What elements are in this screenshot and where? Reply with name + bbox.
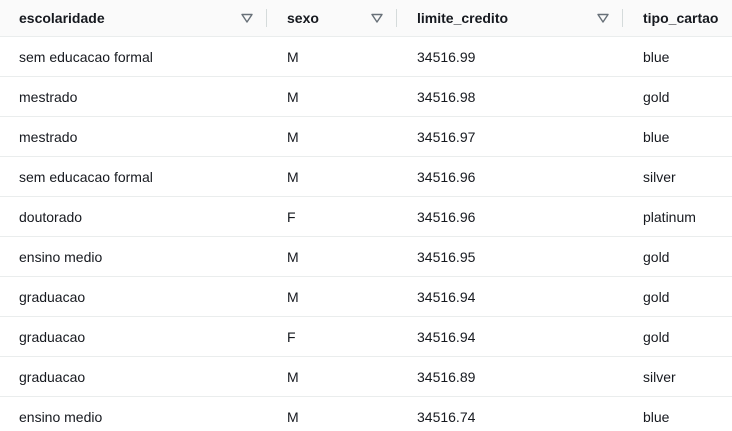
- column-header-limite-credito[interactable]: limite_credito: [417, 0, 508, 36]
- table-row: ensino medio M 34516.74 blue: [0, 397, 732, 431]
- column-header-label: escolaridade: [19, 10, 105, 26]
- column-header-tipo-cartao[interactable]: tipo_cartao: [643, 0, 718, 36]
- cell-tipo-cartao: gold: [643, 89, 670, 105]
- cell-escolaridade: graduacao: [19, 289, 86, 305]
- cell-sexo: M: [287, 249, 299, 265]
- table-header: escolaridade sexo limite_credito tipo_ca…: [0, 0, 732, 37]
- cell-tipo-cartao: gold: [643, 249, 670, 265]
- table-row: sem educacao formal M 34516.99 blue: [0, 37, 732, 77]
- sort-caret-icon[interactable]: [240, 11, 254, 25]
- table-row: graduacao F 34516.94 gold: [0, 317, 732, 357]
- cell-tipo-cartao: platinum: [643, 209, 696, 225]
- cell-escolaridade: graduacao: [19, 369, 86, 385]
- cell-sexo: M: [287, 89, 299, 105]
- cell-sexo: M: [287, 169, 299, 185]
- cell-tipo-cartao: blue: [643, 409, 670, 425]
- cell-limite-credito: 34516.94: [417, 329, 476, 345]
- cell-limite-credito: 34516.96: [417, 209, 476, 225]
- cell-limite-credito: 34516.89: [417, 369, 476, 385]
- column-header-escolaridade[interactable]: escolaridade: [19, 0, 105, 36]
- column-resize-handle[interactable]: [266, 9, 267, 27]
- cell-tipo-cartao: silver: [643, 169, 676, 185]
- cell-tipo-cartao: blue: [643, 129, 670, 145]
- cell-escolaridade: graduacao: [19, 329, 86, 345]
- table-row: mestrado M 34516.98 gold: [0, 77, 732, 117]
- cell-tipo-cartao: blue: [643, 49, 670, 65]
- cell-sexo: F: [287, 209, 296, 225]
- table-row: ensino medio M 34516.95 gold: [0, 237, 732, 277]
- results-table: escolaridade sexo limite_credito tipo_ca…: [0, 0, 732, 431]
- cell-limite-credito: 34516.74: [417, 409, 476, 425]
- cell-tipo-cartao: gold: [643, 289, 670, 305]
- column-resize-handle[interactable]: [622, 9, 623, 27]
- cell-limite-credito: 34516.98: [417, 89, 476, 105]
- cell-limite-credito: 34516.95: [417, 249, 476, 265]
- cell-sexo: F: [287, 329, 296, 345]
- cell-escolaridade: sem educacao formal: [19, 169, 153, 185]
- cell-escolaridade: sem educacao formal: [19, 49, 153, 65]
- table-row: sem educacao formal M 34516.96 silver: [0, 157, 732, 197]
- cell-sexo: M: [287, 409, 299, 425]
- table-row: mestrado M 34516.97 blue: [0, 117, 732, 157]
- column-header-label: sexo: [287, 10, 319, 26]
- cell-escolaridade: mestrado: [19, 129, 78, 145]
- cell-sexo: M: [287, 289, 299, 305]
- cell-escolaridade: ensino medio: [19, 409, 103, 425]
- column-resize-handle[interactable]: [396, 9, 397, 27]
- table-row: graduacao M 34516.94 gold: [0, 277, 732, 317]
- cell-sexo: M: [287, 369, 299, 385]
- sort-caret-icon[interactable]: [370, 11, 384, 25]
- table-row: graduacao M 34516.89 silver: [0, 357, 732, 397]
- column-header-label: limite_credito: [417, 10, 509, 26]
- cell-sexo: M: [287, 129, 299, 145]
- sort-caret-icon[interactable]: [596, 11, 610, 25]
- cell-limite-credito: 34516.97: [417, 129, 476, 145]
- cell-tipo-cartao: gold: [643, 329, 670, 345]
- cell-tipo-cartao: silver: [643, 369, 676, 385]
- cell-escolaridade: ensino medio: [19, 249, 103, 265]
- column-header-label: tipo_cartao: [643, 10, 719, 26]
- cell-sexo: M: [287, 49, 299, 65]
- cell-limite-credito: 34516.99: [417, 49, 476, 65]
- column-header-sexo[interactable]: sexo: [287, 0, 319, 36]
- cell-escolaridade: mestrado: [19, 89, 78, 105]
- cell-limite-credito: 34516.94: [417, 289, 476, 305]
- cell-escolaridade: doutorado: [19, 209, 83, 225]
- table-row: doutorado F 34516.96 platinum: [0, 197, 732, 237]
- cell-limite-credito: 34516.96: [417, 169, 476, 185]
